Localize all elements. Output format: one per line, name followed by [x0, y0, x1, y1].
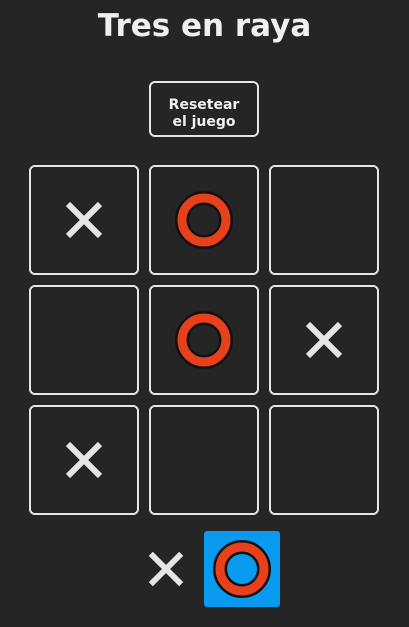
board-cell-8[interactable] — [149, 405, 259, 515]
board-cell-2[interactable] — [149, 165, 259, 275]
turn-indicator — [0, 531, 409, 607]
page-title: Tres en raya — [97, 8, 312, 44]
board-cell-5[interactable] — [149, 285, 259, 395]
reset-game-button[interactable]: Resetear el juego — [149, 81, 259, 137]
ring-icon — [175, 311, 233, 369]
turn-player-x — [128, 531, 204, 607]
board-cell-6[interactable] — [269, 285, 379, 395]
ring-icon — [175, 191, 233, 249]
game-board — [29, 165, 379, 515]
board-cell-1[interactable] — [29, 165, 139, 275]
board-cell-4[interactable] — [29, 285, 139, 395]
ring-icon — [213, 540, 271, 598]
board-cell-7[interactable] — [29, 405, 139, 515]
cross-icon — [305, 321, 343, 359]
cross-icon — [65, 201, 103, 239]
turn-player-o — [204, 531, 280, 607]
board-cell-3[interactable] — [269, 165, 379, 275]
board-cell-9[interactable] — [269, 405, 379, 515]
cross-icon — [65, 441, 103, 479]
cross-icon — [148, 551, 184, 587]
